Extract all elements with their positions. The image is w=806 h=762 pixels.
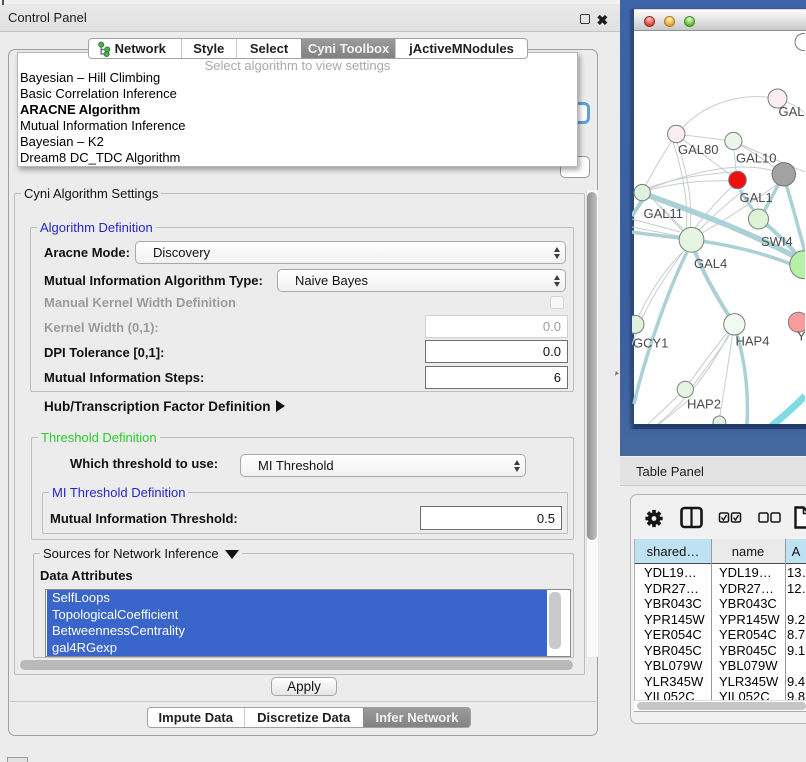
svg-text:GAL10: GAL10 xyxy=(736,151,776,166)
svg-text:YM: YM xyxy=(797,328,805,343)
svg-text:GAL1: GAL1 xyxy=(739,190,772,205)
svg-text:GAL4: GAL4 xyxy=(694,256,727,271)
svg-text:GAL80: GAL80 xyxy=(678,142,718,157)
svg-text:HAP4: HAP4 xyxy=(735,334,769,349)
svg-text:GAL11: GAL11 xyxy=(643,206,683,221)
svg-text:SWI4: SWI4 xyxy=(761,234,793,249)
svg-text:GAL2: GAL2 xyxy=(778,104,805,119)
svg-text:GCY1: GCY1 xyxy=(633,336,668,351)
svg-text:HAP2: HAP2 xyxy=(687,397,721,412)
